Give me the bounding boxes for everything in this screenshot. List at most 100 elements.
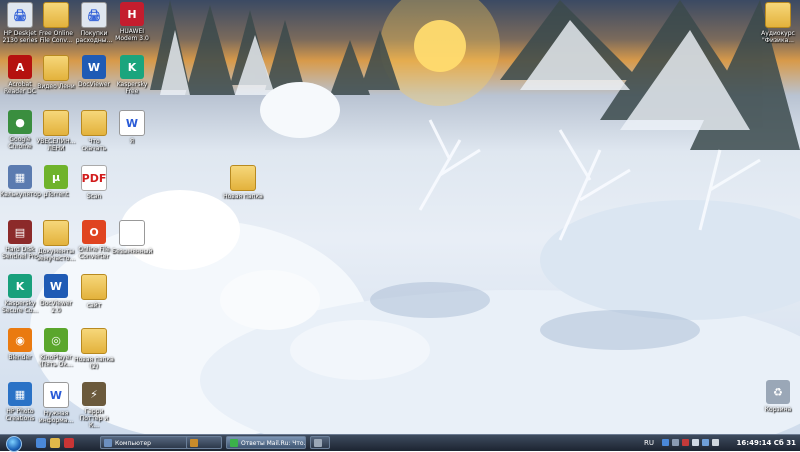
system-tray: RU 16:49:14 Сб 31 [640,435,800,451]
task-label: Компьютер [115,440,151,447]
icon-label: Я [129,138,135,145]
icon-label: DocViewer [78,81,110,88]
google-chrome-icon[interactable]: ● Google Chrome [0,110,40,150]
scan-icon[interactable]: PDF Scan [74,165,114,200]
explorer-icon[interactable] [50,438,60,448]
utorrent-icon[interactable]: µ µTorrent [36,165,76,198]
icon-label: Google Chrome [8,136,32,150]
recycle-bin-icon[interactable]: ♻ Корзина [758,380,798,413]
new-folder-glyph-icon [230,165,256,191]
uvesgalie-folder-glyph-icon [43,110,69,136]
huawei-modem-icon[interactable]: H HUAWEI Modem 3.0 [112,2,152,42]
nuzhnaya-info-glyph-icon: W [43,382,69,408]
task-app-icon [104,439,112,447]
icon-label: Покупки расходны... [75,30,113,44]
free-online-file-icon[interactable]: Free Online File Conv... [36,2,76,44]
docviewer-glyph-icon: W [82,55,106,79]
taskbar-button-3[interactable]: Ответы Mail.Ru: Что... [226,436,306,449]
audiokurs-folder-icon[interactable]: Аудиокурс "Физика... [758,2,798,44]
docviewer-20-icon[interactable]: W DocViewer 2.0 [36,274,76,314]
new-folder-2-icon[interactable]: Новая папка (2) [74,328,114,370]
word-doc-icon[interactable]: WЯ [112,110,152,145]
acrobat-reader-icon[interactable]: A Acrobat Reader DC [0,55,40,95]
hard-disk-sentinel-icon[interactable]: ▤ Hard Disk Sentinel Pro [0,220,40,260]
kinoplay-icon[interactable]: ◎ KinoPlayer (Пять Ок... [36,328,76,368]
sait-folder-glyph-icon [81,274,107,300]
docviewer-20-glyph-icon: W [44,274,68,298]
pokupki-glyph-icon: 🖨 [81,2,107,28]
task-app-icon [314,439,322,447]
icon-label: Калькулятор [0,191,41,198]
hp-photo-creations-icon[interactable]: ▦ HP Photo Creations [0,382,40,422]
kaspersky-secure-icon[interactable]: K Kaspersky Secure Co... [0,274,40,314]
show-desktop-icon[interactable] [36,438,46,448]
sait-folder-icon[interactable]: сайт [74,274,114,309]
taskbar: Компьютер Ответы Mail.Ru: Что... RU 16:49… [0,434,800,452]
task-app-icon [190,439,198,447]
online-file-converter-icon[interactable]: O Online File Converter [74,220,114,260]
icon-label: µTorrent [43,191,69,198]
icon-label: HP Deskjet 2130 series [2,30,38,44]
icon-label: Безымянный [112,248,153,255]
clock[interactable]: 16:49:14 Сб 31 [737,435,796,451]
calculator-glyph-icon: ▦ [8,165,32,189]
icon-label: Что скачать [81,138,107,152]
online-file-converter-glyph-icon: O [82,220,106,244]
taskbar-button-4[interactable] [310,436,330,449]
icon-label: Аудиокурс "Физика... [761,30,795,44]
video-folder-icon[interactable]: Видео Лени [36,55,76,90]
huawei-modem-glyph-icon: H [120,2,144,26]
network-icon[interactable] [672,439,679,446]
nuzhnaya-info-icon[interactable]: W Нужная информа... [36,382,76,424]
task-label: Ответы Mail.Ru: Что... [241,440,306,447]
icon-label: Acrobat Reader DC [4,81,36,95]
new-folder-icon[interactable]: Новая папка [223,165,263,200]
blank-icon[interactable]: Безымянный [112,220,152,255]
acrobat-reader-glyph-icon: A [8,55,32,79]
icon-label: Корзина [764,406,792,413]
icon-label: Документы земучасто... [36,248,76,262]
video-folder-glyph-icon [43,55,69,81]
audiokurs-folder-glyph-icon [765,2,791,28]
pokupki-icon[interactable]: 🖨 Покупки расходны... [74,2,114,44]
blender-icon[interactable]: ◉ Blender [0,328,40,361]
blank-glyph-icon [119,220,145,246]
icon-label: Scan [86,193,102,200]
icon-label: УВЕСЕЛИН... ЛЕНИ [36,138,76,152]
icon-label: DocViewer 2.0 [40,300,72,314]
icon-label: HUAWEI Modem 3.0 [115,28,149,42]
documents-folder-glyph-icon [43,220,69,246]
language-indicator[interactable]: RU [644,435,654,451]
icon-label: Новая папка [223,193,263,200]
kinoplay-glyph-icon: ◎ [44,328,68,352]
icon-label: Гарри Поттер и К... [79,408,109,429]
documents-folder-icon[interactable]: Документы земучасто... [36,220,76,262]
word-doc-glyph-icon: W [119,110,145,136]
new-folder-2-glyph-icon [81,328,107,354]
kaspersky-free-icon[interactable]: K Kaspersky Free [112,55,152,95]
kaspersky-tray-icon[interactable] [682,439,689,446]
icon-label: Нужная информа... [38,410,74,424]
usb-icon[interactable] [712,439,719,446]
connection-icon[interactable] [702,439,709,446]
hp-deskjet-glyph-icon: 🖨 [7,2,33,28]
icon-label: Free Online File Conv... [39,30,73,44]
help-icon[interactable] [662,439,669,446]
chto-skachat-folder-icon[interactable]: Что скачать [74,110,114,152]
media-icon[interactable] [64,438,74,448]
docviewer-icon[interactable]: W DocViewer [74,55,114,88]
calculator-icon[interactable]: ▦ Калькулятор [0,165,41,198]
taskbar-button-2[interactable] [186,436,222,449]
icon-label: Kaspersky Free [116,81,148,95]
start-button[interactable] [2,435,24,452]
hp-photo-creations-glyph-icon: ▦ [8,382,32,406]
hard-disk-sentinel-glyph-icon: ▤ [8,220,32,244]
icon-label: Online File Converter [78,246,110,260]
icon-label: Новая папка (2) [74,356,114,370]
volume-icon[interactable] [692,439,699,446]
recycle-bin-glyph-icon: ♻ [766,380,790,404]
scan-glyph-icon: PDF [81,165,107,191]
harry-potter-icon[interactable]: ⚡ Гарри Поттер и К... [74,382,114,429]
hp-deskjet-icon[interactable]: 🖨 HP Deskjet 2130 series [0,2,40,44]
uvesgalie-folder-icon[interactable]: УВЕСЕЛИН... ЛЕНИ [36,110,76,152]
